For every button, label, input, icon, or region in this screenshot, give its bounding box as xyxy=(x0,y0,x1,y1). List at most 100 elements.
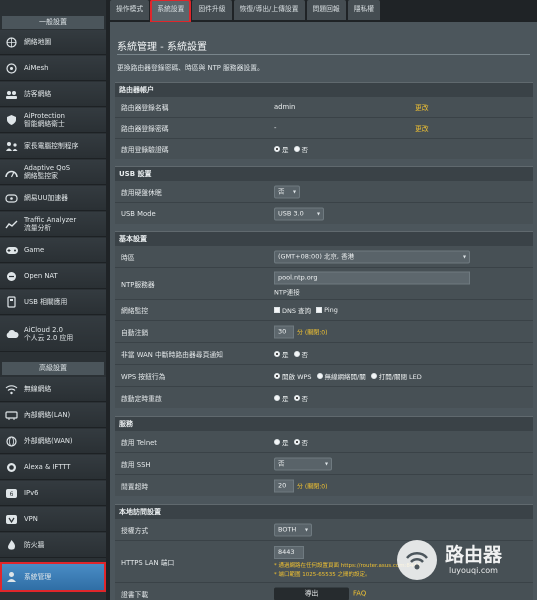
ssh-label: 啟用 SSH xyxy=(121,460,151,469)
select-value: USB 3.0 xyxy=(278,209,304,217)
row-login-name: 路由器登錄名稱 admin 更改 xyxy=(115,96,533,117)
reboot-yes-radio[interactable]: 是 xyxy=(274,393,289,403)
captcha-no-radio[interactable]: 否 xyxy=(293,144,308,154)
traffic-icon xyxy=(4,218,19,231)
wan-notify-options: 是 否 xyxy=(274,349,313,359)
sidebar-item-ipv6[interactable]: 6 IPv6 xyxy=(0,481,106,506)
radio-label: 是 xyxy=(282,394,289,403)
timezone-select[interactable]: (GMT+08:00) 北京, 香港 ▾ xyxy=(274,250,470,263)
tab-operation-mode[interactable]: 操作模式 xyxy=(110,0,150,20)
wps-button-label: WPS 按鈕行為 xyxy=(121,372,166,381)
sidebar-item-label: Adaptive QoS 網絡監控家 xyxy=(24,164,71,180)
faq-link[interactable]: FAQ xyxy=(353,590,366,598)
tab-firmware-upgrade[interactable]: 固件升級 xyxy=(192,0,232,20)
usb-mode-select[interactable]: USB 3.0 ▾ xyxy=(274,207,324,220)
ntp-server-label: NTP服務器 xyxy=(121,280,155,289)
radio-label: 是 xyxy=(282,350,289,359)
checkbox-box xyxy=(274,307,280,313)
advanced-section-header: 高級設置 xyxy=(2,362,104,375)
idle-timeout-input[interactable]: 20 xyxy=(274,479,294,492)
radio-label: 是 xyxy=(282,146,289,154)
change-password-link[interactable]: 更改 xyxy=(415,123,429,133)
sidebar-item-open-nat[interactable]: Open NAT xyxy=(0,264,106,289)
radio-dot xyxy=(316,372,323,379)
title-divider xyxy=(117,54,530,55)
ntp-server-field: pool.ntp.org NTP連接 xyxy=(274,271,470,296)
sidebar-item-parental[interactable]: 家長電腦控制程序 xyxy=(0,134,106,159)
reboot-no-radio[interactable]: 否 xyxy=(293,393,308,403)
login-password-value: - xyxy=(274,124,277,132)
wps-enable-radio[interactable]: 開啟 WPS xyxy=(274,371,312,381)
sidebar-item-traffic-analyzer[interactable]: Traffic Analyzer 流量分析 xyxy=(0,212,106,237)
wan-notify-no-radio[interactable]: 否 xyxy=(293,349,308,359)
page-description: 更換路由器登錄密碼、時區與 NTP 服務器設置。 xyxy=(117,64,264,72)
auto-logout-field: 30 分 (關閉:0) xyxy=(274,325,327,338)
row-wan-notify: 非當 WAN 中斷時路由器尋頁通知 是 否 xyxy=(115,342,533,364)
lan-icon xyxy=(4,409,19,422)
section-header-account: 路由器帳户 xyxy=(115,82,533,96)
section-header-local-access: 本地訪問設置 xyxy=(115,504,533,518)
network-map-icon xyxy=(4,36,19,49)
telnet-no-radio[interactable]: 否 xyxy=(293,437,308,447)
export-button[interactable]: 導出 xyxy=(274,587,349,600)
sidebar-item-label: AiProtection 智能網絡衛士 xyxy=(24,112,65,128)
select-value: BOTH xyxy=(278,525,297,533)
row-network-monitoring: 網絡監控 DNS 查詢 Ping xyxy=(115,299,533,320)
sidebar-item-aicloud[interactable]: AiCloud 2.0 个人云 2.0 应用 xyxy=(0,316,106,352)
telnet-yes-radio[interactable]: 是 xyxy=(274,437,289,447)
checkbox-label: Ping xyxy=(324,306,338,314)
sidebar-item-label: Open NAT xyxy=(24,272,58,280)
sidebar-item-adaptive-qos[interactable]: Adaptive QoS 網絡監控家 xyxy=(0,160,106,185)
ntp-server-input[interactable]: pool.ntp.org xyxy=(274,271,470,284)
row-ssh: 啟用 SSH 否 ▾ xyxy=(115,452,533,474)
sidebar-item-game[interactable]: Game xyxy=(0,238,106,263)
sidebar-item-vpn[interactable]: VPN xyxy=(0,507,106,532)
sidebar-item-label: USB 相關應用 xyxy=(24,298,68,306)
sidebar-item-label: 外部網絡(WAN) xyxy=(24,437,73,445)
sidebar-item-label: 網絡地圖 xyxy=(24,38,52,46)
hdd-hibernation-select[interactable]: 否 ▾ xyxy=(274,185,300,198)
sidebar-item-wireless[interactable]: 無線網絡 xyxy=(0,377,106,402)
wps-led-toggle-radio[interactable]: 打開/關閉 LED xyxy=(370,371,422,381)
captcha-label: 啟用登錄驗證碼 xyxy=(121,146,169,154)
ntp-link[interactable]: NTP連接 xyxy=(274,286,300,296)
tab-feedback[interactable]: 問題回報 xyxy=(306,0,346,20)
sidebar-item-label: 防火牆 xyxy=(24,541,45,549)
radio-dot xyxy=(274,438,280,445)
wan-notify-yes-radio[interactable]: 是 xyxy=(274,349,289,359)
auto-logout-input[interactable]: 30 xyxy=(274,325,294,338)
sidebar-item-uu[interactable]: 網易UU加速器 xyxy=(0,186,106,211)
dns-query-checkbox[interactable]: DNS 查詢 xyxy=(274,305,311,315)
tab-system-settings[interactable]: 系統設置 xyxy=(150,0,192,23)
sidebar-item-label: VPN xyxy=(24,515,38,523)
sidebar-item-alexa[interactable]: Alexa & IFTTT xyxy=(0,455,106,480)
ssh-select[interactable]: 否 ▾ xyxy=(274,457,332,470)
login-name-label: 路由器登錄名稱 xyxy=(121,104,169,112)
captcha-yes-radio[interactable]: 是 xyxy=(274,144,289,154)
radio-dot xyxy=(274,394,280,401)
radio-dot xyxy=(274,146,280,152)
auth-method-select[interactable]: BOTH ▾ xyxy=(274,523,312,536)
top-tabs: 操作模式 系統設置 固件升級 恢復/導出/上傳設置 問題回報 隱私權 xyxy=(110,0,382,23)
router-logo-icon xyxy=(397,540,437,580)
sidebar-item-administration[interactable]: 系統管理 xyxy=(0,562,106,592)
chevron-down-icon: ▾ xyxy=(304,526,308,533)
tab-restore-save-upload[interactable]: 恢復/導出/上傳設置 xyxy=(233,0,305,20)
tab-privacy[interactable]: 隱私權 xyxy=(347,0,381,20)
wps-wireless-toggle-radio[interactable]: 無線網絡開/關 xyxy=(316,371,366,381)
ping-checkbox[interactable]: Ping xyxy=(316,306,338,314)
sidebar-item-guest-network[interactable]: 訪客網絡 xyxy=(0,82,106,107)
change-name-link[interactable]: 更改 xyxy=(415,102,429,112)
https-hint-range: * 端口範圍 1025-65535 之間的設定。 xyxy=(274,571,371,578)
login-password-label: 路由器登錄密碼 xyxy=(121,125,169,133)
sidebar-item-aimesh[interactable]: AiMesh xyxy=(0,56,106,81)
sidebar-item-network-map[interactable]: 網絡地圖 xyxy=(0,30,106,55)
sidebar-item-lan[interactable]: 內部網絡(LAN) xyxy=(0,403,106,428)
sidebar-item-wan[interactable]: 外部網絡(WAN) xyxy=(0,429,106,454)
sidebar-item-aiprotection[interactable]: AiProtection 智能網絡衛士 xyxy=(0,108,106,133)
sidebar-item-firewall[interactable]: 防火牆 xyxy=(0,533,106,558)
qos-icon xyxy=(4,166,19,179)
sidebar-item-usb[interactable]: USB 相關應用 xyxy=(0,290,106,315)
firewall-icon xyxy=(4,539,19,552)
https-port-input[interactable]: 8443 xyxy=(274,545,304,559)
